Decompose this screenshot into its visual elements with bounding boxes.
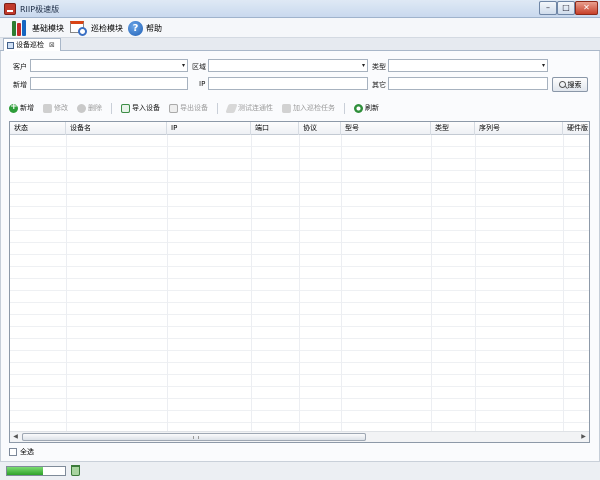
progress-fill bbox=[7, 467, 43, 475]
test-connectivity-button[interactable]: 测试连通性 bbox=[225, 103, 273, 113]
select-all-checkbox[interactable] bbox=[9, 448, 17, 456]
delete-button[interactable]: 删除 bbox=[77, 103, 102, 113]
add-button-label: 新增 bbox=[20, 104, 34, 112]
chevron-down-icon: ▾ bbox=[181, 62, 185, 69]
status-bar bbox=[0, 461, 600, 480]
select-all[interactable]: 全选 bbox=[9, 447, 34, 457]
add-inspection-task-button[interactable]: 加入巡检任务 bbox=[282, 103, 335, 113]
select-all-label: 全选 bbox=[20, 448, 34, 456]
type-label: 类型 bbox=[372, 63, 386, 71]
edit-icon bbox=[43, 103, 52, 113]
calendar-clock-icon bbox=[70, 20, 88, 36]
import-icon bbox=[121, 103, 130, 113]
search-button-label: 搜索 bbox=[567, 80, 582, 89]
column-header-serial[interactable]: 序列号 bbox=[475, 122, 563, 135]
new-field[interactable] bbox=[30, 77, 188, 90]
column-divider bbox=[251, 135, 252, 432]
ip-field[interactable] bbox=[208, 77, 368, 90]
help-icon: ? bbox=[128, 20, 143, 36]
menu-help[interactable]: ? 帮助 bbox=[125, 19, 165, 37]
import-device-label: 导入设备 bbox=[132, 104, 160, 112]
column-header-ip[interactable]: IP bbox=[167, 122, 251, 135]
export-device-label: 导出设备 bbox=[180, 104, 208, 112]
column-divider bbox=[431, 135, 432, 432]
column-divider bbox=[167, 135, 168, 432]
scrollbar-thumb[interactable] bbox=[22, 433, 366, 441]
type-select[interactable]: ▾ bbox=[388, 59, 548, 72]
horizontal-scrollbar[interactable]: ◀ ▶ bbox=[10, 431, 589, 442]
add-inspection-task-label: 加入巡检任务 bbox=[293, 104, 335, 112]
maximize-button[interactable]: □ bbox=[557, 1, 575, 15]
progress-bar bbox=[6, 466, 66, 476]
delete-button-label: 删除 bbox=[88, 104, 102, 112]
scroll-left-icon[interactable]: ◀ bbox=[11, 433, 20, 441]
test-connectivity-label: 测试连通性 bbox=[238, 104, 273, 112]
menu-basic-module[interactable]: 基础模块 bbox=[8, 19, 67, 37]
minimize-button[interactable]: – bbox=[539, 1, 557, 15]
column-header-status[interactable]: 状态 bbox=[10, 122, 66, 135]
window-title: RIIP极速版 bbox=[20, 5, 60, 14]
toolbar: 新增 修改 删除 导入设备 导出设备 测试连通性 加入巡检任务 刷新 bbox=[9, 101, 589, 115]
task-icon bbox=[282, 103, 291, 113]
grid-icon bbox=[7, 41, 14, 49]
other-label: 其它 bbox=[372, 81, 386, 89]
menu-inspection-module[interactable]: 巡检模块 bbox=[67, 19, 126, 37]
column-header-model[interactable]: 型号 bbox=[341, 122, 431, 135]
search-icon bbox=[558, 81, 566, 88]
grip-icon bbox=[193, 436, 199, 439]
edit-button-label: 修改 bbox=[54, 104, 68, 112]
chevron-down-icon: ▾ bbox=[541, 62, 545, 69]
title-bar: RIIP极速版 – □ ✕ bbox=[0, 0, 600, 18]
app-icon bbox=[4, 3, 16, 15]
column-header-port[interactable]: 端口 bbox=[251, 122, 299, 135]
column-header-hardware-version[interactable]: 硬件版 bbox=[563, 122, 589, 135]
table-body bbox=[10, 135, 589, 432]
tab-close-icon[interactable]: ⊠ bbox=[49, 41, 55, 49]
region-label: 区域 bbox=[192, 63, 206, 71]
column-header-device-name[interactable]: 设备名 bbox=[66, 122, 167, 135]
trash-icon[interactable] bbox=[71, 465, 80, 476]
toolbar-divider bbox=[344, 102, 345, 114]
toolbar-divider bbox=[217, 102, 218, 114]
refresh-icon bbox=[354, 103, 363, 113]
column-divider bbox=[341, 135, 342, 432]
customer-select[interactable]: ▾ bbox=[30, 59, 188, 72]
edit-button[interactable]: 修改 bbox=[43, 103, 68, 113]
add-button[interactable]: 新增 bbox=[9, 102, 34, 113]
ip-label: IP bbox=[199, 80, 206, 88]
menu-bar: 基础模块 巡检模块 ? 帮助 bbox=[0, 18, 600, 38]
chevron-down-icon: ▾ bbox=[361, 62, 365, 69]
column-header-type[interactable]: 类型 bbox=[431, 122, 475, 135]
tab-strip: 设备巡检 ⊠ bbox=[0, 38, 600, 51]
new-label: 新增 bbox=[13, 81, 27, 89]
close-button[interactable]: ✕ bbox=[575, 1, 598, 15]
delete-icon bbox=[77, 103, 86, 113]
column-header-protocol[interactable]: 协议 bbox=[299, 122, 341, 135]
books-icon bbox=[11, 20, 29, 36]
column-divider bbox=[563, 135, 564, 432]
tab-label: 设备巡检 bbox=[16, 41, 44, 49]
column-divider bbox=[299, 135, 300, 432]
refresh-button[interactable]: 刷新 bbox=[354, 103, 379, 113]
region-select[interactable]: ▾ bbox=[208, 59, 368, 72]
import-device-button[interactable]: 导入设备 bbox=[121, 103, 160, 113]
add-icon bbox=[9, 102, 18, 113]
toolbar-divider bbox=[111, 102, 112, 114]
tab-device-inspection[interactable]: 设备巡检 ⊠ bbox=[3, 38, 61, 51]
table-header: 状态 设备名 IP 端口 协议 型号 类型 序列号 硬件版 bbox=[10, 122, 589, 135]
menu-basic-module-label: 基础模块 bbox=[32, 23, 64, 33]
column-divider bbox=[475, 135, 476, 432]
column-divider bbox=[66, 135, 67, 432]
refresh-button-label: 刷新 bbox=[365, 104, 379, 112]
customer-label: 客户 bbox=[13, 63, 27, 71]
export-device-button[interactable]: 导出设备 bbox=[169, 103, 208, 113]
menu-help-label: 帮助 bbox=[146, 23, 162, 33]
test-icon bbox=[225, 103, 238, 113]
export-icon bbox=[169, 103, 178, 113]
menu-inspection-module-label: 巡检模块 bbox=[91, 23, 123, 33]
other-field[interactable] bbox=[388, 77, 548, 90]
search-button[interactable]: 搜索 bbox=[552, 77, 588, 92]
scroll-right-icon[interactable]: ▶ bbox=[579, 433, 588, 441]
device-table[interactable]: 状态 设备名 IP 端口 协议 型号 类型 序列号 硬件版 ◀ ▶ bbox=[9, 121, 590, 443]
